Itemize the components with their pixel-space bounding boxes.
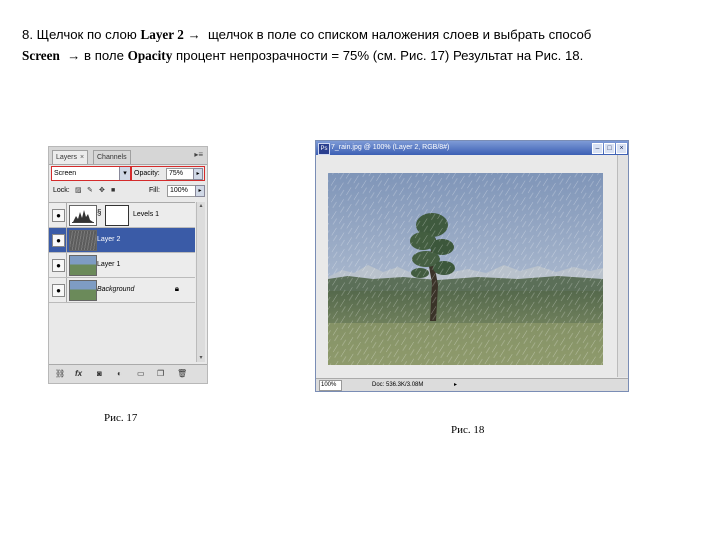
scroll-down-icon[interactable]: ▾: [197, 354, 205, 362]
lock-label: Lock:: [53, 187, 70, 194]
layer-name: Levels 1: [133, 211, 160, 218]
document-statusbar: 100% Doc: 536.3K/3.08M ▸: [316, 378, 628, 391]
zoom-field[interactable]: 100%: [319, 380, 342, 391]
tab-layers-label: Layers: [56, 154, 78, 161]
trash-icon[interactable]: 🗑︎: [177, 368, 187, 380]
arrow-2: → в поле: [67, 48, 124, 63]
levels-adjustment-icon: [69, 205, 97, 226]
layer-thumbnail: [69, 255, 97, 276]
blend-mode-select[interactable]: Screen ▾: [51, 166, 131, 181]
new-group-icon[interactable]: ▭: [137, 368, 145, 380]
instruction-text: 8. Щелчок по слою Layer 2 → щелчок в пол…: [22, 24, 702, 66]
layer-row-background[interactable]: ● Background 🔒︎: [49, 278, 195, 303]
instruction-part-1: Щелчок по слою: [36, 27, 137, 42]
layer-name: Layer 1: [97, 261, 121, 268]
layer-name-emphasis: Layer 2: [140, 27, 184, 42]
close-icon[interactable]: ×: [80, 154, 84, 161]
divider: [66, 253, 67, 277]
blend-mode-emphasis: Screen: [22, 48, 60, 63]
divider: [66, 228, 67, 252]
document-title: 7_rain.jpg @ 100% (Layer 2, RGB/8#): [331, 144, 450, 151]
divider: [66, 203, 67, 227]
lock-all-icon[interactable]: ■: [111, 186, 115, 196]
lock-image-icon[interactable]: ✎: [87, 186, 93, 196]
link-layers-icon[interactable]: ⛓: [55, 368, 65, 380]
photoshop-logo-icon: Ps: [318, 143, 330, 155]
opacity-control: Opacity: 75% ▸: [131, 166, 205, 181]
panel-tab-bar: Layers × Channels ▸≡: [49, 147, 207, 165]
minimize-icon[interactable]: –: [592, 143, 603, 154]
image-canvas[interactable]: [328, 173, 603, 365]
blend-opacity-row: Screen ▾ Opacity: 75% ▸: [51, 166, 205, 181]
caption-fig-18: Рис. 18: [451, 424, 485, 436]
status-menu-arrow-icon[interactable]: ▸: [454, 380, 457, 390]
layer-name: Background: [97, 286, 135, 293]
instruction-line-2: Screen → в поле Opacity процент непрозра…: [22, 45, 702, 66]
layer-name: Layer 2: [97, 236, 121, 243]
instruction-line-1: 8. Щелчок по слою Layer 2 → щелчок в пол…: [22, 24, 702, 45]
scroll-up-icon[interactable]: ▴: [197, 202, 205, 210]
layer-row-layer-1[interactable]: ● Layer 1: [49, 253, 195, 278]
close-icon[interactable]: ×: [616, 143, 627, 154]
panel-menu-icon[interactable]: ▸≡: [194, 149, 203, 161]
maximize-icon[interactable]: □: [604, 143, 615, 154]
new-layer-icon[interactable]: ❐: [157, 368, 164, 380]
document-window: Ps 7_rain.jpg @ 100% (Layer 2, RGB/8#) –…: [315, 140, 629, 392]
layer-row-levels-1[interactable]: ● § Levels 1: [49, 203, 195, 228]
link-icon: §: [97, 208, 102, 217]
layer-list: ● § Levels 1 ● Layer 2 ● Layer 1 ● Backg…: [49, 202, 195, 363]
adjustment-layer-icon[interactable]: ◐: [117, 368, 122, 380]
fill-input[interactable]: 100%: [167, 185, 196, 197]
layer-thumbnail: [69, 230, 97, 251]
tab-channels-label: Channels: [97, 154, 127, 161]
step-number: 8.: [22, 27, 33, 42]
eye-icon[interactable]: ●: [52, 209, 65, 222]
layer-thumbnail: [69, 280, 97, 301]
lock-position-icon[interactable]: ✥: [99, 186, 105, 196]
opacity-input[interactable]: 75%: [166, 168, 195, 180]
instruction-part-3: процент непрозрачности = 75% (см. Рис. 1…: [175, 48, 584, 63]
layer-row-layer-2[interactable]: ● Layer 2: [49, 228, 195, 253]
blend-mode-value: Screen: [54, 170, 77, 177]
rainy-landscape-image: [328, 173, 603, 365]
arrow-1: →: [187, 27, 201, 42]
eye-icon[interactable]: ●: [52, 284, 65, 297]
layer-mask-icon[interactable]: ◙: [97, 368, 102, 380]
layers-bottom-toolbar: ⛓ fx ◙ ◐ ▭ ❐ 🗑︎: [49, 364, 207, 383]
document-titlebar: Ps 7_rain.jpg @ 100% (Layer 2, RGB/8#) –…: [316, 141, 628, 155]
document-vertical-scrollbar[interactable]: [617, 155, 628, 377]
instruction-part-2: щелчок в поле со списком наложения слоев…: [207, 27, 592, 42]
doc-size-info: Doc: 536.3K/3.08M: [372, 382, 424, 388]
eye-icon[interactable]: ●: [52, 234, 65, 247]
fill-label: Fill:: [149, 187, 160, 194]
lock-fill-row: Lock: ▨ ✎ ✥ ■ Fill: 100% ▸: [51, 184, 205, 198]
opacity-slider-arrow-icon[interactable]: ▸: [193, 168, 203, 180]
layer-style-icon[interactable]: fx: [75, 368, 82, 380]
lock-icon: 🔒︎: [174, 284, 179, 293]
tab-channels[interactable]: Channels: [93, 150, 131, 164]
layers-scrollbar[interactable]: ▴ ▾: [196, 202, 205, 362]
eye-icon[interactable]: ●: [52, 259, 65, 272]
caption-fig-17: Рис. 17: [104, 412, 138, 424]
divider: [66, 278, 67, 302]
layer-mask-thumbnail: [105, 205, 129, 226]
tab-layers[interactable]: Layers ×: [52, 150, 89, 164]
lock-transparent-icon[interactable]: ▨: [75, 186, 82, 196]
fill-slider-arrow-icon[interactable]: ▸: [195, 185, 205, 197]
layers-panel: Layers × Channels ▸≡ Screen ▾ Opacity: 75…: [48, 146, 208, 384]
opacity-label: Opacity:: [134, 170, 160, 177]
opacity-emphasis: Opacity: [127, 48, 173, 63]
chevron-down-icon[interactable]: ▾: [119, 167, 130, 180]
